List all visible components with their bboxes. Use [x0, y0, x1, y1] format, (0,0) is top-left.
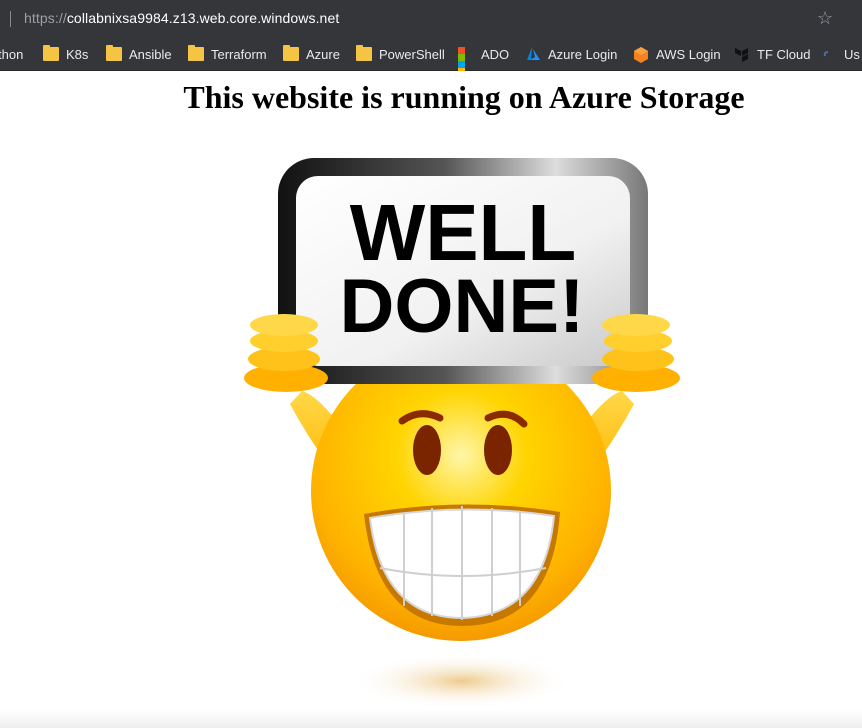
bookmark-k8s[interactable]: K8s: [43, 43, 88, 65]
bookmark-label: ADO: [481, 46, 510, 62]
address-separator: [10, 11, 11, 27]
bookmark-label: AWS Login: [656, 46, 721, 62]
bookmark-label: Ansible: [129, 46, 172, 62]
bookmark-label: thon: [0, 46, 24, 62]
bookmark-azure-login[interactable]: Azure Login: [525, 43, 617, 65]
folder-icon: [106, 45, 122, 61]
bookmark-python[interactable]: thon: [0, 43, 23, 65]
right-eye: [484, 425, 512, 475]
browser-chrome: https://collabnixsa9984.z13.web.core.win…: [0, 0, 862, 75]
bookmark-label: TF Cloud: [757, 46, 811, 62]
ground-shadow: [350, 653, 574, 709]
bookmark-aws-login[interactable]: AWS Login: [633, 43, 721, 65]
sign-text-line2: DONE!: [340, 264, 585, 349]
bookmarks-bar: thon K8s Ansible Terraform Azure PowerSh…: [0, 38, 862, 75]
bookmark-azure[interactable]: Azure: [283, 43, 340, 65]
aws-icon: [633, 47, 649, 63]
bookmark-ado[interactable]: ADO: [458, 43, 510, 75]
bookmark-ansible[interactable]: Ansible: [106, 43, 172, 65]
page-content: This website is running on Azure Storage: [0, 71, 862, 728]
folder-icon: [283, 45, 299, 61]
bookmark-label: Azure Login: [548, 46, 618, 62]
well-done-smiley-image: WELL DONE!: [244, 158, 680, 709]
left-eye: [413, 425, 441, 475]
folder-icon: [356, 45, 372, 61]
bookmark-powershell[interactable]: PowerShell: [356, 43, 445, 65]
bookmark-tf-cloud[interactable]: TF Cloud: [734, 43, 810, 65]
page-title: This website is running on Azure Storage: [183, 79, 745, 115]
address-bar[interactable]: https://collabnixsa9984.z13.web.core.win…: [0, 0, 862, 38]
bookmark-label: K8s: [66, 46, 89, 62]
terraform-icon: [734, 47, 750, 62]
microsoft-icon: [458, 47, 474, 75]
link-icon: [823, 47, 837, 61]
url-host: collabnixsa9984.z13.web.core.windows.net: [66, 10, 340, 26]
azure-icon: [525, 47, 541, 61]
bookmark-star-icon[interactable]: ☆: [817, 8, 833, 28]
bookmark-us[interactable]: Us: [823, 43, 860, 65]
bookmark-label: Terraform: [211, 46, 267, 62]
folder-icon: [188, 45, 204, 61]
folder-icon: [43, 45, 59, 61]
bookmark-label: PowerShell: [379, 46, 445, 62]
url-scheme: https://: [24, 10, 67, 26]
bookmark-label: Azure: [306, 46, 340, 62]
bookmark-label: Us: [844, 46, 860, 62]
bottom-edge: [0, 710, 862, 728]
bookmark-terraform[interactable]: Terraform: [188, 43, 267, 65]
url-text[interactable]: https://collabnixsa9984.z13.web.core.win…: [24, 10, 339, 26]
